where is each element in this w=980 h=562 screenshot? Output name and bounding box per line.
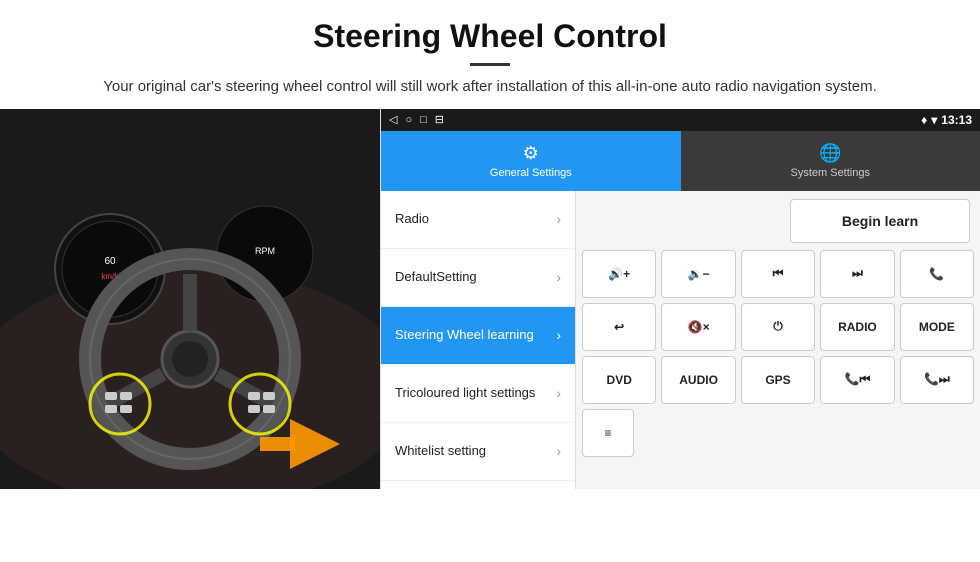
menu-item-tricoloured[interactable]: Tricoloured light settings ›: [381, 365, 575, 423]
clock: 13:13: [941, 113, 972, 127]
empty-spacer: [582, 197, 785, 245]
page-title: Steering Wheel Control: [40, 18, 940, 55]
prev-track-icon: ⏮: [773, 266, 784, 281]
power-button[interactable]: ⏻: [741, 303, 815, 351]
location-icon: ♦: [921, 113, 927, 127]
list-icon: ≡: [604, 426, 611, 440]
content-area: 60 km/h RPM: [0, 109, 980, 489]
svg-text:RPM: RPM: [255, 246, 275, 256]
volume-up-button[interactable]: 🔊+: [582, 250, 656, 298]
whitelist-icon-button[interactable]: ≡: [582, 409, 634, 457]
menu-item-default-setting[interactable]: DefaultSetting ›: [381, 249, 575, 307]
power-icon: ⏻: [773, 319, 783, 334]
system-settings-icon: 🌐: [819, 143, 841, 164]
title-divider: [470, 63, 510, 66]
page-subtitle: Your original car's steering wheel contr…: [90, 76, 890, 99]
controls-row-1: 🔊+ 🔉− ⏮ ⏭ 📞: [582, 250, 974, 298]
nav-cast-icon[interactable]: ⊟: [435, 113, 444, 126]
radio-button[interactable]: RADIO: [820, 303, 894, 351]
audio-button[interactable]: AUDIO: [661, 356, 735, 404]
next-track-icon: ⏭: [852, 266, 863, 281]
page-header: Steering Wheel Control Your original car…: [0, 0, 980, 109]
chevron-right-icon: ›: [556, 327, 561, 343]
menu-default-label: DefaultSetting: [395, 269, 477, 286]
chevron-right-icon: ›: [556, 211, 561, 227]
volume-up-icon: 🔊+: [608, 267, 630, 281]
general-settings-icon: ⚙: [523, 143, 539, 164]
nav-buttons: ◁ ○ □ ⊟: [389, 113, 444, 126]
controls-panel: Begin learn 🔊+ 🔉− ⏮ ⏭: [576, 191, 980, 489]
phone-icon: 📞: [929, 267, 944, 281]
nav-recent-icon[interactable]: □: [420, 114, 427, 126]
phone-prev-button[interactable]: 📞⏮: [820, 356, 894, 404]
gps-button[interactable]: GPS: [741, 356, 815, 404]
menu-radio-label: Radio: [395, 211, 429, 228]
android-panel: ◁ ○ □ ⊟ ♦ ▾ 13:13 ⚙ General Settings 🌐 S…: [380, 109, 980, 489]
svg-text:60: 60: [104, 256, 116, 267]
menu-tricoloured-label: Tricoloured light settings: [395, 385, 535, 402]
system-settings-label: System Settings: [791, 167, 870, 179]
menu-item-whitelist[interactable]: Whitelist setting ›: [381, 423, 575, 481]
car-image: 60 km/h RPM: [0, 109, 380, 489]
menu-item-radio[interactable]: Radio ›: [381, 191, 575, 249]
whitelist-row: ≡: [582, 409, 974, 457]
tab-bar: ⚙ General Settings 🌐 System Settings: [381, 131, 980, 191]
nav-home-icon[interactable]: ○: [405, 114, 412, 126]
mute-icon: 🔇×: [688, 320, 710, 334]
menu-item-steering-wheel[interactable]: Steering Wheel learning ›: [381, 307, 575, 365]
controls-row-2: ↩ 🔇× ⏻ RADIO MODE: [582, 303, 974, 351]
menu-list: Radio › DefaultSetting › Steering Wheel …: [381, 191, 576, 489]
mode-button[interactable]: MODE: [900, 303, 974, 351]
status-bar: ◁ ○ □ ⊟ ♦ ▾ 13:13: [381, 109, 980, 131]
volume-down-button[interactable]: 🔉−: [661, 250, 735, 298]
phone-next-icon: 📞⏭: [924, 372, 950, 387]
phone-next-button[interactable]: 📞⏭: [900, 356, 974, 404]
next-track-button[interactable]: ⏭: [820, 250, 894, 298]
wifi-icon: ▾: [931, 113, 937, 127]
controls-row-3: DVD AUDIO GPS 📞⏮ 📞⏭: [582, 356, 974, 404]
status-right: ♦ ▾ 13:13: [921, 113, 972, 127]
chevron-right-icon: ›: [556, 385, 561, 401]
begin-learn-button[interactable]: Begin learn: [790, 199, 970, 243]
dvd-button[interactable]: DVD: [582, 356, 656, 404]
tab-system-settings[interactable]: 🌐 System Settings: [681, 131, 980, 191]
nav-back-icon[interactable]: ◁: [389, 113, 397, 126]
general-settings-label: General Settings: [490, 167, 572, 179]
main-area: Radio › DefaultSetting › Steering Wheel …: [381, 191, 980, 489]
begin-learn-row: Begin learn: [582, 197, 974, 245]
hang-up-icon: ↩: [614, 320, 624, 334]
volume-down-icon: 🔉−: [688, 267, 710, 281]
menu-whitelist-label: Whitelist setting: [395, 443, 486, 460]
menu-steering-label: Steering Wheel learning: [395, 327, 534, 344]
tab-general-settings[interactable]: ⚙ General Settings: [381, 131, 681, 191]
hang-up-button[interactable]: ↩: [582, 303, 656, 351]
mute-button[interactable]: 🔇×: [661, 303, 735, 351]
phone-answer-button[interactable]: 📞: [900, 250, 974, 298]
chevron-right-icon: ›: [556, 269, 561, 285]
chevron-right-icon: ›: [556, 443, 561, 459]
prev-track-button[interactable]: ⏮: [741, 250, 815, 298]
phone-prev-icon: 📞⏮: [845, 372, 871, 387]
